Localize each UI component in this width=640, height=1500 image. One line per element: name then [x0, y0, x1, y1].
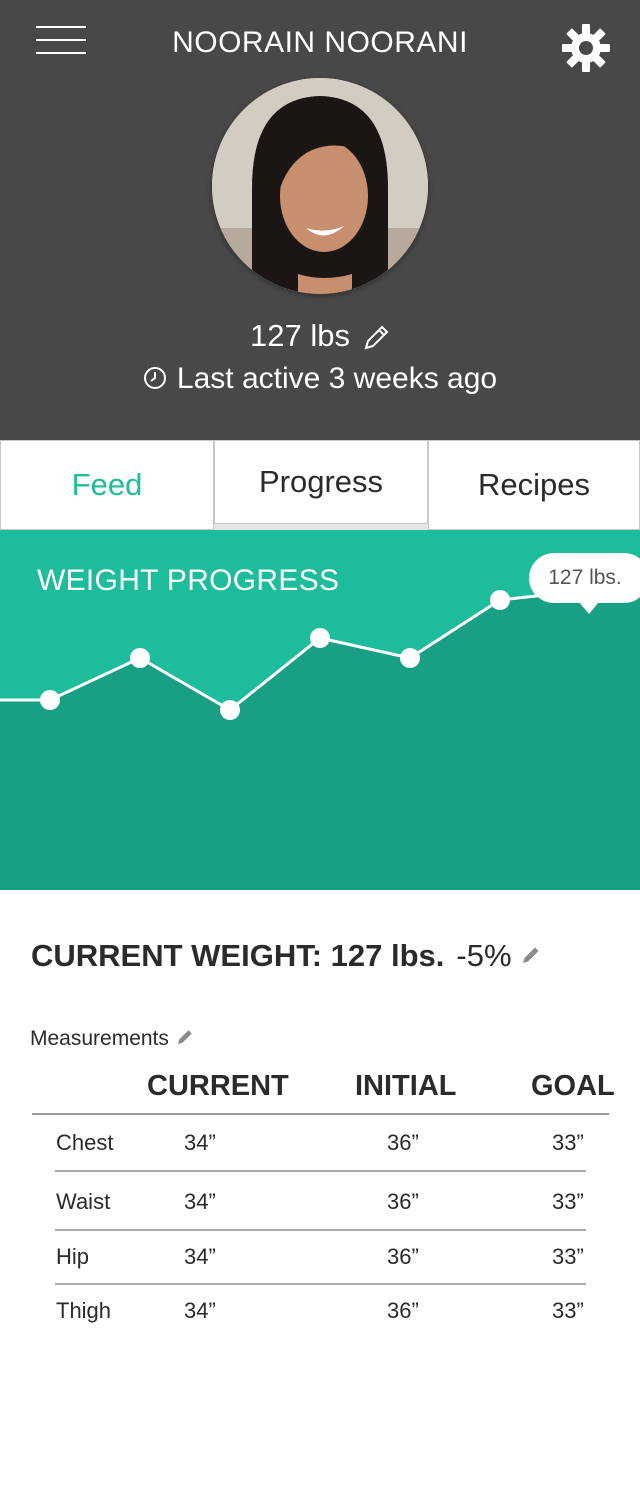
weight-display: 127 lbs	[0, 318, 640, 354]
measurement-name: Chest	[56, 1130, 114, 1155]
column-header-initial: INITIAL	[355, 1070, 457, 1102]
table-row: Thigh 34” 36” 33”	[0, 1298, 640, 1338]
row-divider	[55, 1283, 586, 1285]
profile-header: NOORAIN NOORANI 127 lbs Last active 3 we…	[0, 0, 640, 440]
chart-point[interactable]	[310, 628, 330, 648]
chart-point[interactable]	[220, 700, 240, 720]
chart-point[interactable]	[40, 690, 60, 710]
current-weight-label: CURRENT WEIGHT: 127 lbs.	[31, 938, 445, 973]
measurements-title: Measurements	[30, 1027, 169, 1050]
last-active: Last active 3 weeks ago	[0, 362, 640, 396]
tab-bar: Feed Progress Recipes	[0, 440, 640, 530]
table-row: Chest 34” 36” 33”	[0, 1130, 640, 1170]
measurement-current: 34”	[184, 1298, 216, 1323]
measurement-name: Thigh	[56, 1298, 112, 1323]
chart-point[interactable]	[490, 590, 510, 610]
tab-feed[interactable]: Feed	[0, 440, 214, 530]
measurement-current: 34”	[184, 1189, 216, 1214]
measurement-goal: 33”	[552, 1244, 584, 1269]
column-header-current: CURRENT	[147, 1070, 289, 1102]
chart-point[interactable]	[130, 648, 150, 668]
column-header-goal: GOAL	[531, 1070, 615, 1102]
weight-tooltip: 127 lbs.	[529, 553, 640, 603]
measurement-initial: 36”	[387, 1189, 419, 1214]
measurement-goal: 33”	[552, 1130, 584, 1155]
current-weight: CURRENT WEIGHT: 127 lbs. -5%	[31, 938, 542, 974]
last-active-text: Last active 3 weeks ago	[176, 362, 498, 395]
weight-progress-chart: WEIGHT PROGRESS 127 lbs.	[0, 530, 640, 890]
measurement-initial: 36”	[387, 1298, 419, 1323]
table-row: Waist 34” 36” 33”	[0, 1189, 640, 1229]
row-divider	[55, 1229, 586, 1231]
chart-point[interactable]	[400, 648, 420, 668]
profile-name: NOORAIN NOORANI	[172, 26, 468, 59]
weight-value: 127 lbs	[250, 318, 350, 353]
row-divider	[55, 1170, 586, 1172]
chart-title: WEIGHT PROGRESS	[37, 564, 340, 597]
tooltip-pointer	[579, 602, 599, 614]
weight-change: -5%	[456, 938, 512, 973]
avatar[interactable]	[212, 78, 428, 294]
measurements-label: Measurements	[30, 1027, 195, 1051]
pencil-icon[interactable]	[175, 1027, 195, 1047]
measurement-current: 34”	[184, 1244, 216, 1269]
measurement-current: 34”	[184, 1130, 216, 1155]
measurement-initial: 36”	[387, 1244, 419, 1269]
measurement-name: Hip	[56, 1244, 90, 1269]
gear-icon[interactable]	[560, 22, 612, 74]
measurement-goal: 33”	[552, 1189, 584, 1214]
pencil-icon[interactable]	[362, 324, 390, 352]
table-row: Hip 34” 36” 33”	[0, 1244, 640, 1284]
clock-icon	[143, 367, 166, 390]
pencil-icon[interactable]	[520, 944, 542, 966]
measurement-goal: 33”	[552, 1298, 584, 1323]
measurement-initial: 36”	[387, 1130, 419, 1155]
avatar-photo	[212, 78, 428, 294]
tab-recipes[interactable]: Recipes	[428, 440, 640, 530]
tab-progress[interactable]: Progress	[214, 440, 428, 524]
header-divider	[32, 1113, 609, 1115]
measurement-name: Waist	[56, 1189, 111, 1214]
